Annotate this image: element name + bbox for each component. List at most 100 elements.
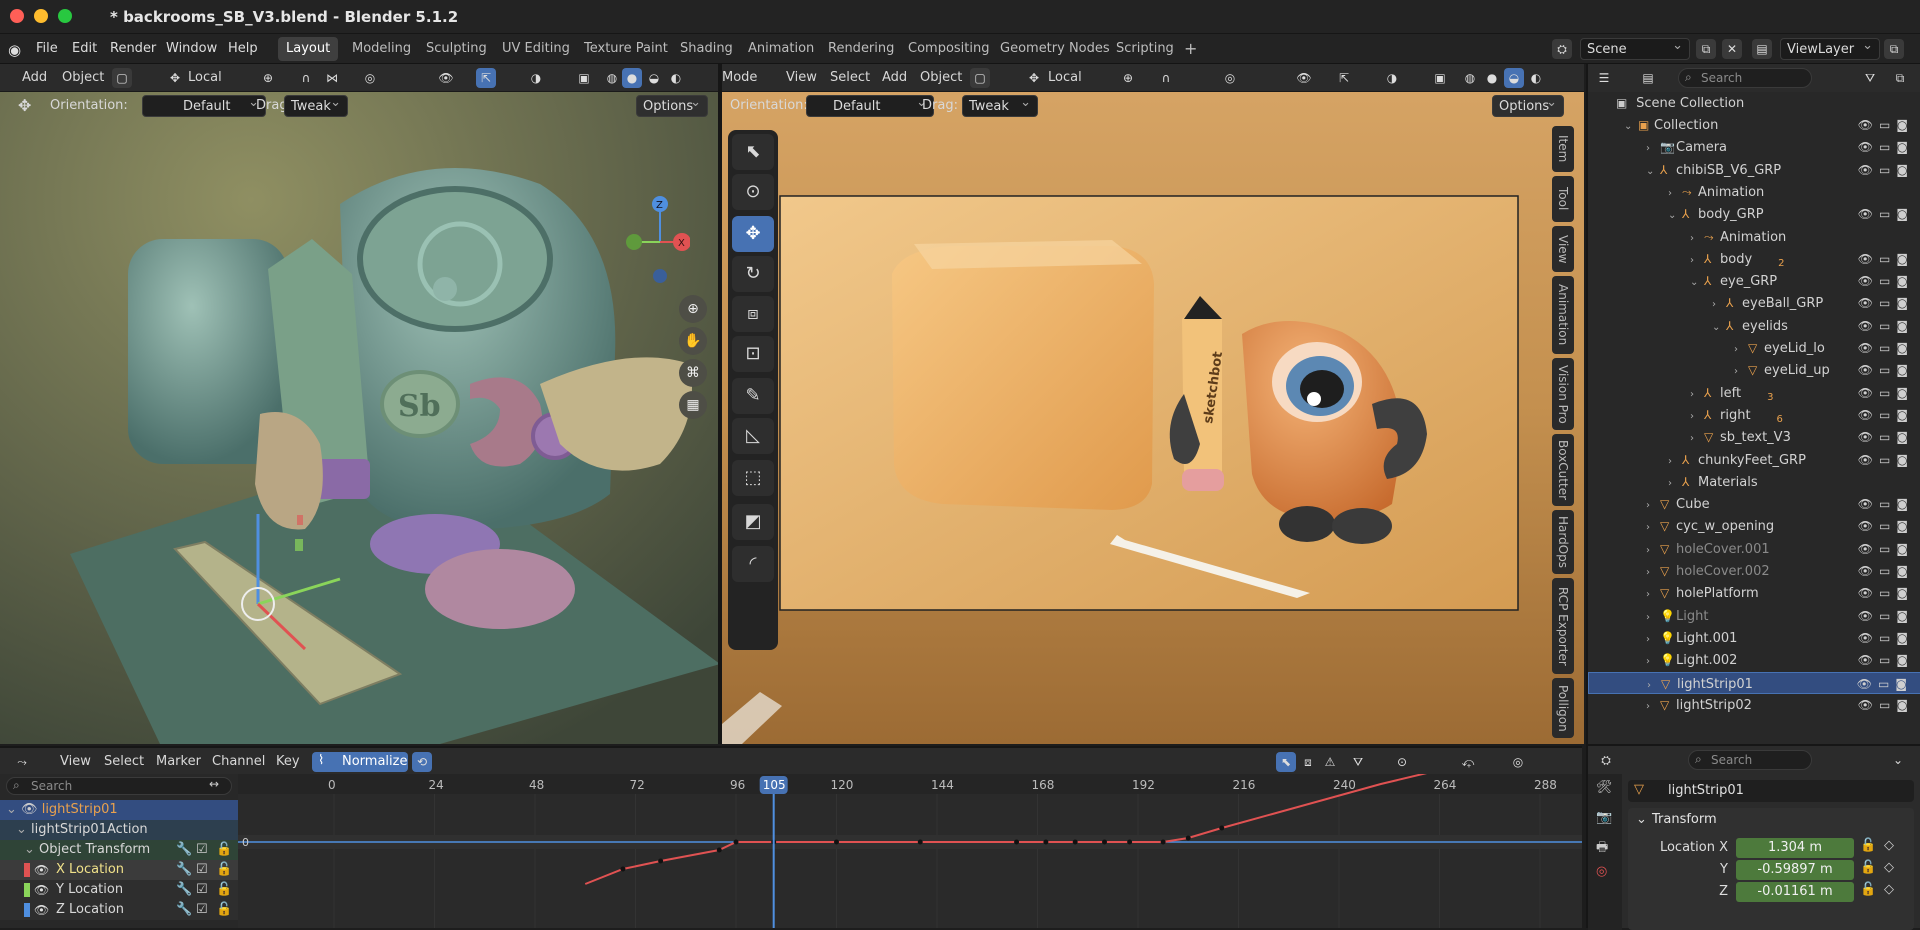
graph-area[interactable]: 0 24 48 72 96 120 144 168 192 216 240 264 288 0 105 [238,774,1582,928]
expand-chevron-icon[interactable]: › [1712,294,1726,316]
graph-menu-view[interactable]: View [60,752,91,772]
object-mode-icon-right[interactable]: ▢ [970,68,990,88]
boxcutter-tool-icon[interactable]: ◩ [732,504,774,540]
visibility-icon[interactable]: 👁 [436,68,456,88]
overlay-icon-right[interactable]: ◑ [1382,68,1402,88]
outliner-display-mode-icon[interactable]: ▤ [1638,68,1658,88]
object-mode-icon[interactable]: ▢ [112,68,132,88]
proportional-edit-icon-right[interactable]: ◎ [1220,68,1240,88]
lock-y-icon[interactable]: 🔓 [1860,860,1876,875]
wireframe-shading-icon-right[interactable]: ◍ [1460,68,1480,88]
expand-chevron-icon[interactable]: › [1646,607,1660,629]
expand-chevron-icon[interactable]: › [1668,183,1682,205]
collapse-chevron-icon[interactable]: ⌄ [1712,317,1726,339]
curve-visibility-icon[interactable]: 👁 [34,880,49,900]
snap-icon[interactable]: ∩ [296,68,316,88]
graph-proportional-icon[interactable]: ◎ [1508,752,1528,772]
material-shading-icon[interactable]: ◒ [644,68,664,88]
menu-window[interactable]: Window [166,41,217,56]
expand-chevron-icon[interactable]: › [1646,629,1660,651]
camera-view-icon[interactable]: ⌘ [679,359,707,387]
expand-chevron-icon[interactable]: › [1734,361,1748,383]
workspace-tab-layout[interactable]: Layout [278,37,339,61]
xray-icon-right[interactable]: ▣ [1430,68,1450,88]
location-y-field[interactable]: -0.59897 m [1736,860,1854,880]
snap-icon-right[interactable]: ∩ [1156,68,1176,88]
workspace-tab-texture-paint[interactable]: Texture Paint [576,37,676,61]
channel-visibility-icon[interactable]: 👁 [21,802,38,817]
zoom-icon[interactable]: ⊕ [679,295,707,323]
expand-chevron-icon[interactable]: › [1646,517,1660,539]
expand-chevron-icon[interactable]: › [1668,451,1682,473]
outliner-row[interactable]: ⌄ ⅄ eyelids 👁▭◙ [1588,315,1920,337]
workspace-tab-rendering[interactable]: Rendering [820,37,902,61]
visibility-toggles-icon[interactable]: 👁▭◙ [1858,248,1914,270]
visibility-toggles-icon[interactable]: 👁▭◙ [1858,359,1914,381]
expand-chevron-icon[interactable]: › [1690,384,1704,406]
expand-chevron-icon[interactable]: › [1690,406,1704,428]
channel-expand-icon[interactable]: ⌄ [6,802,17,817]
new-collection-icon[interactable]: ⧉ [1890,68,1910,88]
collapse-chevron-icon[interactable]: ⌄ [1646,161,1660,183]
menu-edit[interactable]: Edit [72,41,97,56]
expand-chevron-icon[interactable]: › [1646,651,1660,673]
transform-orientation-right[interactable]: Local [1048,68,1082,88]
viewport-left[interactable]: Sb Add Object ▢ ✥ Local ⊕ ∩ ⋈ ◎ 👁 ⇱ ◑ ▣ … [0,64,718,744]
move-tool-button-icon[interactable]: ✥ [732,216,774,252]
auto-normalize-icon[interactable]: ⟲ [412,752,432,772]
add-menu[interactable]: Add [22,68,47,88]
visibility-toggles-icon[interactable]: 👁▭◙ [1858,382,1914,404]
outliner-row[interactable]: › ⅄ body 2 👁▭◙ [1588,248,1920,270]
rotate-tool-icon[interactable]: ↻ [732,256,774,292]
pivot-icon-right[interactable]: ⊕ [1118,68,1138,88]
visibility-toggles-icon[interactable]: 👁▭◙ [1858,426,1914,448]
curve-checkbox[interactable]: ☑ [196,880,208,900]
curve-lock-icon[interactable]: 🔓 [216,880,232,900]
keyframe-z-icon[interactable]: ◇ [1884,882,1894,897]
visibility-toggles-icon[interactable]: 👁▭◙ [1858,493,1914,515]
visibility-toggles-icon[interactable]: 👁▭◙ [1858,404,1914,426]
menu-help[interactable]: Help [228,41,258,56]
expand-chevron-icon[interactable]: › [1646,495,1660,517]
location-z-field[interactable]: -0.01161 m [1736,882,1854,902]
properties-editor-type-icon[interactable]: ⛭ [1596,750,1616,770]
channel-curve[interactable]: 👁 Y Location 🔧 ☑ 🔓 [0,880,238,900]
overlay-icon[interactable]: ◑ [526,68,546,88]
expand-chevron-icon[interactable]: › [1646,138,1660,160]
minimize-window-button[interactable] [34,9,48,23]
visibility-toggles-icon[interactable]: 👁▭◙ [1858,694,1914,716]
view-layer-selector[interactable]: ViewLayer [1780,35,1880,60]
outliner-editor-type-icon[interactable]: ☰ [1594,68,1614,88]
rendered-shading-icon-right[interactable]: ◐ [1526,68,1546,88]
outliner-row[interactable]: › ▽ eyeLid_up 👁▭◙ [1588,359,1920,381]
side-tab-rcp-exporter[interactable]: RCP Exporter [1552,578,1574,674]
viewport-right[interactable]: sketchbot Mode View Select Add Object ▢ … [722,64,1584,744]
rendered-shading-icon[interactable]: ◐ [666,68,686,88]
menu-render[interactable]: Render [110,41,156,56]
expand-chevron-icon[interactable]: › [1690,250,1704,272]
scene-selector[interactable]: Scene [1580,35,1690,60]
channel-object[interactable]: ⌄ 👁 lightStrip01 [0,800,238,820]
orientation-dropdown[interactable]: Default [142,92,266,117]
proportional-edit-icon[interactable]: ◎ [360,68,380,88]
visibility-toggles-icon[interactable]: 👁▭◙ [1858,203,1914,225]
normalize-toggle[interactable]: ⌇ Normalize [312,752,408,772]
drag-dropdown-right[interactable]: Tweak [962,92,1038,117]
snap-target-icon[interactable]: ⋈ [322,68,342,88]
filter-icon[interactable]: ⛛ [1860,68,1880,88]
outliner-row[interactable]: › 💡Light.002 👁▭◙ [1588,649,1920,671]
visibility-toggles-icon[interactable]: 👁▭◙ [1858,649,1914,671]
outliner-row[interactable]: › ⤳ Animation [1588,226,1920,248]
hardops-tool-icon[interactable]: ◜ [732,546,774,582]
outliner-row[interactable]: › ▽ lightStrip02 👁▭◙ [1588,694,1920,716]
tool-tab-icon[interactable]: 🛠 [1596,780,1613,795]
group-expand-icon[interactable]: ⌄ [24,842,35,857]
visibility-toggles-icon[interactable]: 👁▭◙ [1858,114,1914,136]
new-scene-icon[interactable]: ⧉ [1696,39,1716,59]
collapse-chevron-icon[interactable]: ⌄ [1668,205,1682,227]
collapse-chevron-icon[interactable]: ⌄ [1624,116,1638,138]
outliner-row[interactable]: › ⅄ right 6 👁▭◙ [1588,404,1920,426]
action-expand-icon[interactable]: ⌄ [16,822,27,837]
side-tab-tool[interactable]: Tool [1552,176,1574,222]
side-tab-polligon[interactable]: Polligon [1552,678,1574,738]
